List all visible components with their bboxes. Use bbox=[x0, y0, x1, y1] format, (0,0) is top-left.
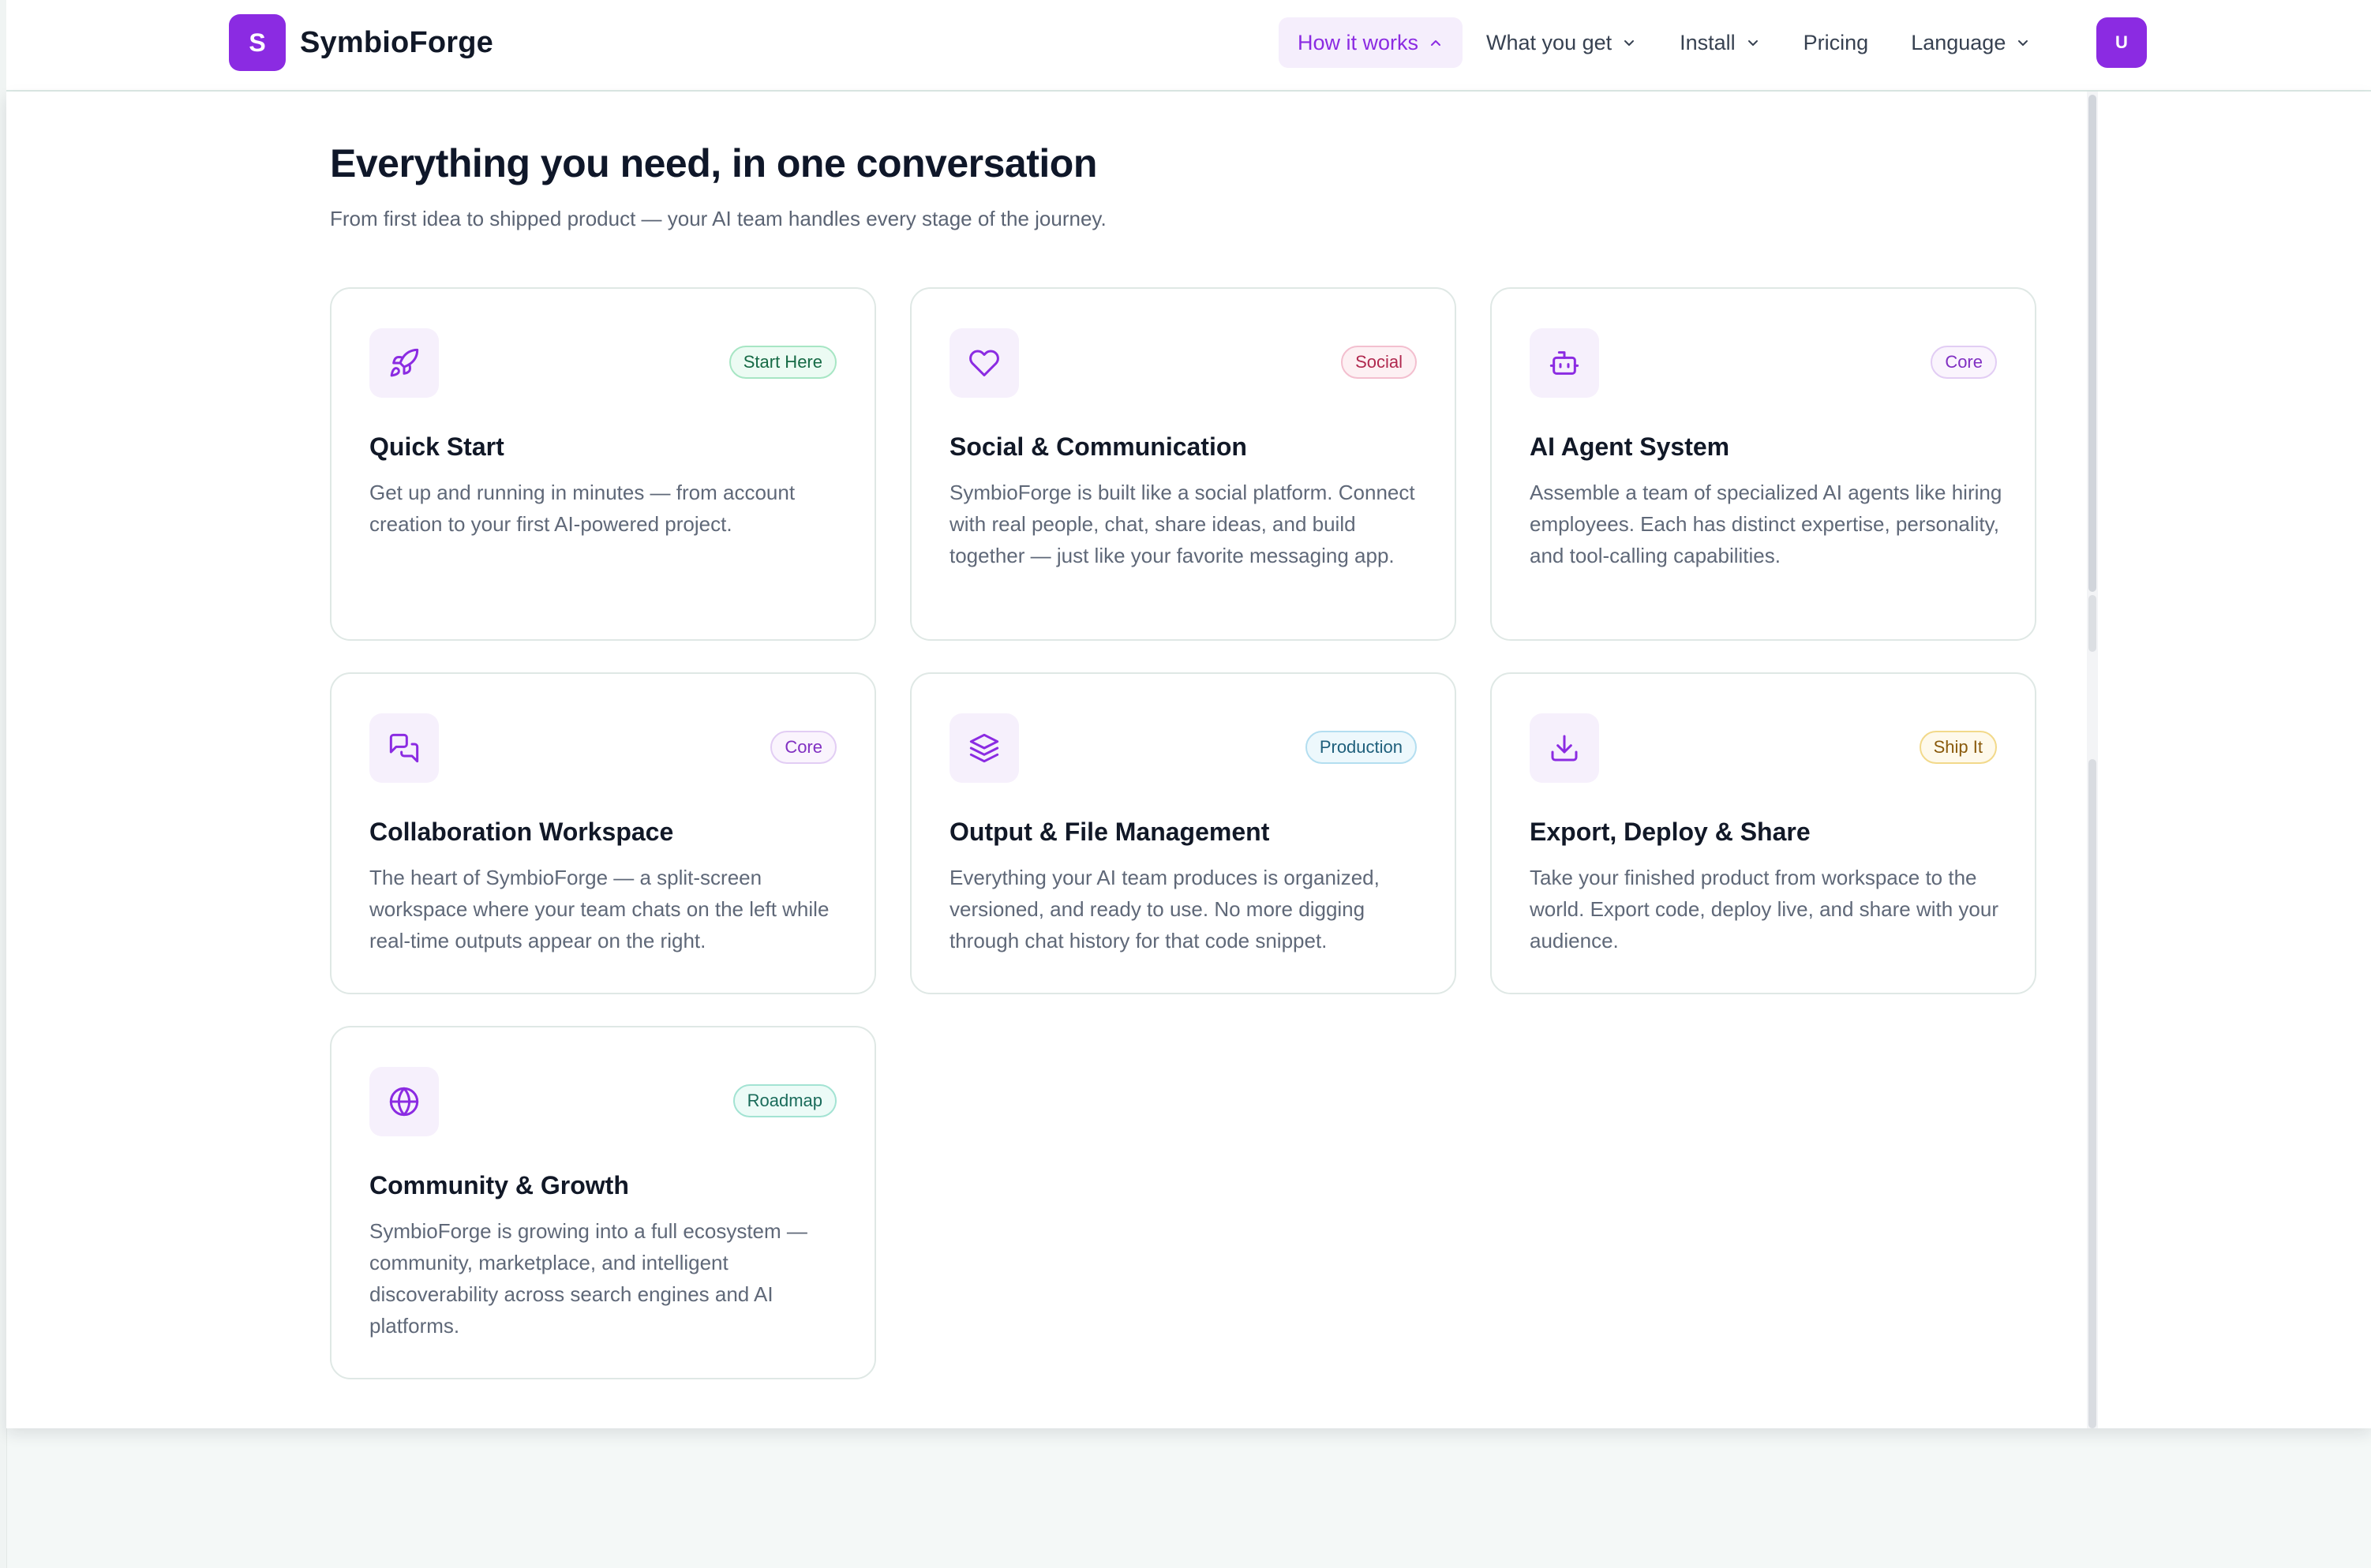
rocket-icon bbox=[369, 328, 439, 398]
card-badge: Ship It bbox=[1919, 731, 1997, 764]
scrollbar-thumb-secondary[interactable] bbox=[2088, 595, 2096, 652]
heart-icon bbox=[950, 328, 1019, 398]
brand-logo: S bbox=[229, 14, 286, 71]
scrollbar-thumb-lower[interactable] bbox=[2088, 759, 2096, 1428]
nav-item-label: Pricing bbox=[1803, 30, 1869, 54]
globe-icon bbox=[369, 1067, 439, 1136]
card-description: SymbioForge is growing into a full ecosy… bbox=[369, 1219, 807, 1338]
feature-card-export-deploy-share[interactable]: Ship It Export, Deploy & Share Take your… bbox=[1490, 672, 2036, 994]
nav-item-label: How it works bbox=[1298, 30, 1419, 54]
card-badge: Core bbox=[770, 731, 837, 764]
card-description: Everything your AI team produces is orga… bbox=[950, 866, 1380, 952]
nav-item-install[interactable]: Install bbox=[1661, 17, 1780, 68]
chevron-up-icon bbox=[1428, 35, 1444, 51]
card-badge: Start Here bbox=[729, 346, 837, 379]
card-title: Collaboration Workspace bbox=[369, 818, 674, 846]
download-icon bbox=[1530, 713, 1599, 783]
card-title: Quick Start bbox=[369, 432, 504, 461]
card-title: Community & Growth bbox=[369, 1171, 629, 1199]
feature-card-social-communication[interactable]: Social Social & Communication SymbioForg… bbox=[910, 287, 1456, 641]
card-title: Output & File Management bbox=[950, 818, 1270, 846]
bot-icon bbox=[1530, 328, 1599, 398]
card-description: Assemble a team of specialized AI agents… bbox=[1530, 481, 2002, 567]
page-title: Everything you need, in one conversation bbox=[330, 141, 1097, 185]
feature-card-output-file-management[interactable]: Production Output & File Management Ever… bbox=[910, 672, 1456, 994]
feature-card-ai-agent-system[interactable]: Core AI Agent System Assemble a team of … bbox=[1490, 287, 2036, 641]
page-subtitle: From first idea to shipped product — you… bbox=[330, 207, 1107, 230]
chevron-down-icon bbox=[1621, 35, 1637, 51]
nav-item-label: What you get bbox=[1486, 30, 1613, 54]
card-description: Take your finished product from workspac… bbox=[1530, 866, 1998, 952]
card-badge: Social bbox=[1341, 346, 1417, 379]
layers-icon bbox=[950, 713, 1019, 783]
card-badge: Roadmap bbox=[732, 1084, 837, 1117]
card-badge: Production bbox=[1305, 731, 1417, 764]
user-avatar-button[interactable]: U bbox=[2096, 17, 2147, 68]
nav-item-pricing[interactable]: Pricing bbox=[1785, 17, 1888, 68]
chat-bubbles-icon bbox=[369, 713, 439, 783]
card-title: Social & Communication bbox=[950, 432, 1247, 461]
nav-item-label: Install bbox=[1680, 30, 1736, 54]
card-badge: Core bbox=[1931, 346, 1997, 379]
main-nav: How it works What you get Install Pricin… bbox=[1279, 17, 2054, 68]
feature-card-quick-start[interactable]: Start Here Quick Start Get up and runnin… bbox=[330, 287, 876, 641]
card-description: Get up and running in minutes — from acc… bbox=[369, 481, 796, 536]
brand-home-link[interactable]: S SymbioForge bbox=[229, 14, 493, 71]
nav-item-how-it-works[interactable]: How it works bbox=[1279, 17, 1463, 68]
nav-item-what-you-get[interactable]: What you get bbox=[1467, 17, 1656, 68]
feature-card-collaboration-workspace[interactable]: Core Collaboration Workspace The heart o… bbox=[330, 672, 876, 994]
brand-name: SymbioForge bbox=[300, 25, 494, 59]
scrollbar-thumb[interactable] bbox=[2088, 95, 2096, 592]
feature-card-community-growth[interactable]: Roadmap Community & Growth SymbioForge i… bbox=[330, 1026, 876, 1379]
chevron-down-icon bbox=[2015, 35, 2031, 51]
nav-item-label: Language bbox=[1911, 30, 2006, 54]
card-title: Export, Deploy & Share bbox=[1530, 818, 1811, 846]
card-description: SymbioForge is built like a social platf… bbox=[950, 481, 1415, 567]
card-title: AI Agent System bbox=[1530, 432, 1730, 461]
nav-item-language[interactable]: Language bbox=[1892, 17, 2050, 68]
chevron-down-icon bbox=[1745, 35, 1761, 51]
card-description: The heart of SymbioForge — a split-scree… bbox=[369, 866, 830, 952]
